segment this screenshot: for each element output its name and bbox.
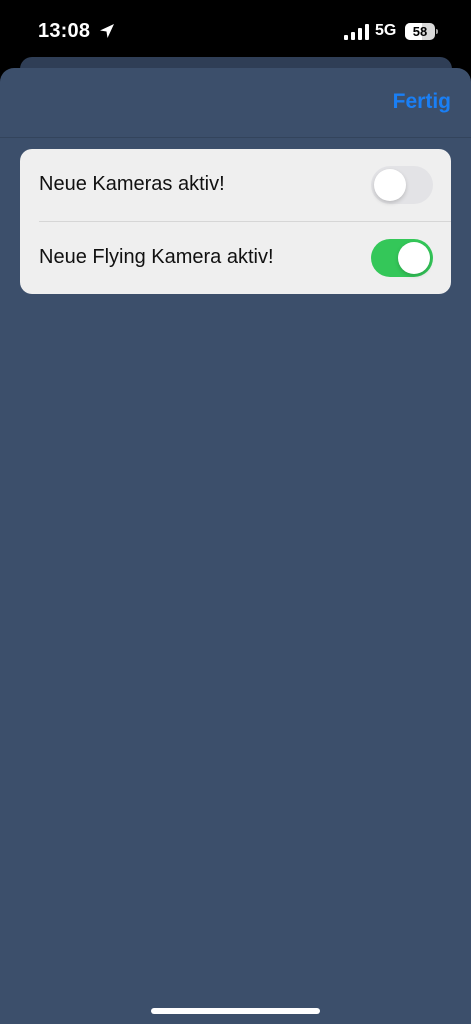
cellular-signal-icon [344,24,369,40]
setting-row-new-flying-camera: Neue Flying Kamera aktiv! [20,222,451,294]
network-type: 5G [375,22,397,39]
toggle-knob [398,242,430,274]
setting-label: Neue Kameras aktiv! [39,173,225,195]
status-time: 13:08 [38,20,91,42]
settings-sheet: Fertig Neue Kameras aktiv! Neue Flying K… [0,68,471,1024]
home-indicator [151,1008,320,1014]
done-button[interactable]: Fertig [393,90,451,114]
navigation-bar: Fertig [0,68,471,138]
new-flying-camera-toggle[interactable] [371,239,433,277]
new-cameras-toggle[interactable] [371,166,433,204]
status-bar: 13:08 5G 58 [0,0,471,60]
setting-row-new-cameras: Neue Kameras aktiv! [20,149,451,222]
setting-label: Neue Flying Kamera aktiv! [39,246,274,268]
toggle-knob [374,169,406,201]
location-arrow-icon [100,24,114,38]
battery-percentage: 58 [412,24,428,39]
battery-icon: 58 [405,23,438,40]
settings-card: Neue Kameras aktiv! Neue Flying Kamera a… [20,149,451,294]
